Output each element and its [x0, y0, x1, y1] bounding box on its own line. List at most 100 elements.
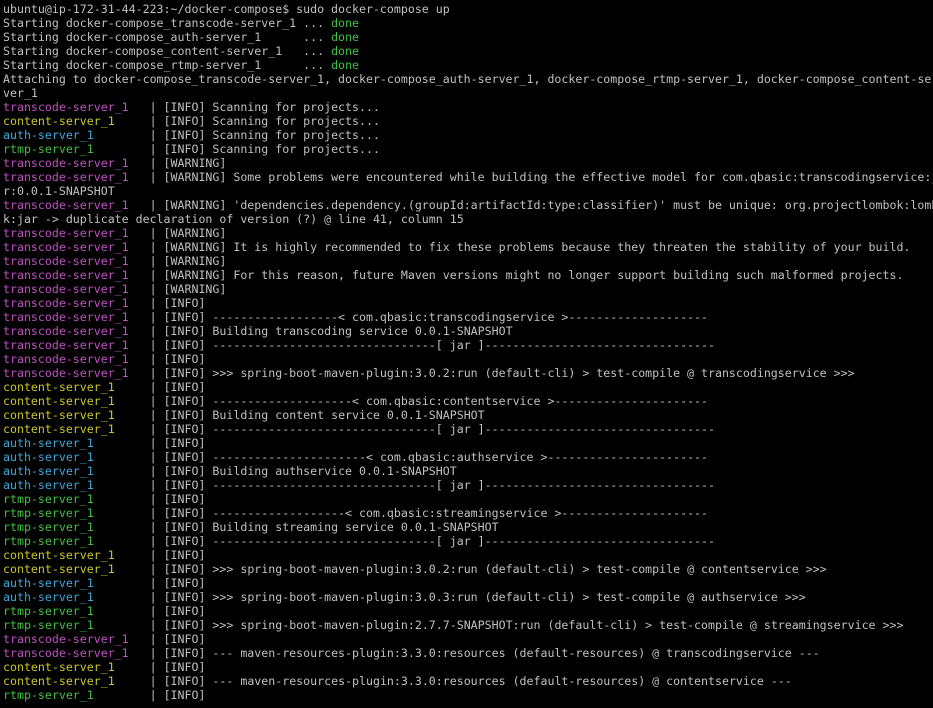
log-message: [INFO] ----------------------< com.qbasi…: [163, 450, 709, 464]
log-separator: |: [114, 562, 164, 576]
log-separator: |: [128, 632, 164, 646]
attach-message: Attaching to docker-compose_transcode-se…: [3, 72, 933, 100]
log-separator: |: [93, 142, 164, 156]
service-label: transcode-server_1: [3, 198, 129, 212]
service-label: rtmp-server_1: [3, 618, 94, 632]
log-message: [INFO]: [163, 632, 206, 646]
log-separator: |: [128, 198, 164, 212]
log-line: transcode-server_1 | [INFO] --- maven-re…: [3, 646, 933, 660]
service-label: auth-server_1: [3, 450, 94, 464]
log-line: transcode-server_1 | [INFO] >>> spring-b…: [3, 366, 933, 380]
log-line: transcode-server_1 | [WARNING]: [3, 226, 933, 240]
log-separator: |: [93, 464, 164, 478]
log-separator: |: [93, 576, 164, 590]
start-text: Starting docker-compose_content-server_1…: [3, 44, 332, 58]
log-line: transcode-server_1 | [INFO] ------------…: [3, 310, 933, 324]
service-label: rtmp-server_1: [3, 142, 94, 156]
log-separator: |: [114, 674, 164, 688]
log-separator: |: [128, 646, 164, 660]
log-line: transcode-server_1 | [WARNING]: [3, 156, 933, 170]
log-separator: |: [114, 548, 164, 562]
log-line: rtmp-server_1 | [INFO] -----------------…: [3, 506, 933, 520]
log-line: auth-server_1 | [INFO] -----------------…: [3, 478, 933, 492]
log-message: [INFO]: [163, 352, 206, 366]
log-separator: |: [93, 618, 164, 632]
log-separator: |: [114, 380, 164, 394]
service-label: auth-server_1: [3, 478, 94, 492]
log-separator: |: [128, 366, 164, 380]
log-line: rtmp-server_1 | [INFO] Building streamin…: [3, 520, 933, 534]
log-continuation: k:jar -> duplicate declaration of versio…: [3, 212, 464, 226]
attach-line: Attaching to docker-compose_transcode-se…: [3, 72, 932, 86]
log-separator: |: [128, 296, 164, 310]
log-line: content-server_1 | [INFO] --------------…: [3, 394, 933, 408]
log-separator: |: [128, 310, 164, 324]
log-message: [WARNING]: [163, 226, 227, 240]
log-message: [WARNING] 'dependencies.dependency.(grou…: [163, 198, 933, 212]
start-line: Starting docker-compose_auth-server_1 ..…: [3, 30, 933, 44]
log-line: transcode-server_1 | [INFO] Scanning for…: [3, 100, 933, 114]
service-label: transcode-server_1: [3, 632, 129, 646]
log-line: content-server_1 | [INFO] --------------…: [3, 422, 933, 436]
log-line: rtmp-server_1 | [INFO] -----------------…: [3, 534, 933, 548]
log-message: [WARNING]: [163, 254, 227, 268]
log-line: transcode-server_1 | [INFO] ------------…: [3, 338, 933, 352]
log-separator: |: [128, 268, 164, 282]
log-line: r:0.0.1-SNAPSHOT: [3, 184, 933, 198]
log-message: [INFO] --------------------------------[…: [163, 422, 715, 436]
log-line: content-server_1 | [INFO] Scanning for p…: [3, 114, 933, 128]
log-separator: |: [128, 352, 164, 366]
log-line: transcode-server_1 | [INFO]: [3, 296, 933, 310]
log-continuation: r:0.0.1-SNAPSHOT: [3, 184, 115, 198]
log-message: [INFO] >>> spring-boot-maven-plugin:3.0.…: [163, 590, 806, 604]
log-line: k:jar -> duplicate declaration of versio…: [3, 212, 933, 226]
start-status: done: [331, 58, 359, 72]
log-line: rtmp-server_1 | [INFO] >>> spring-boot-m…: [3, 618, 933, 632]
service-label: content-server_1: [3, 422, 115, 436]
log-separator: |: [93, 534, 164, 548]
log-message: [INFO]: [163, 576, 206, 590]
log-message: [INFO]: [163, 688, 206, 702]
log-message: [WARNING] It is highly recommended to fi…: [163, 240, 911, 254]
log-separator: |: [128, 324, 164, 338]
start-line: Starting docker-compose_content-server_1…: [3, 44, 933, 58]
log-message: [INFO] >>> spring-boot-maven-plugin:2.7.…: [163, 618, 904, 632]
service-label: content-server_1: [3, 380, 115, 394]
log-message: [WARNING] Some problems were encountered…: [163, 170, 933, 184]
log-separator: |: [93, 688, 164, 702]
service-label: auth-server_1: [3, 590, 94, 604]
start-status: done: [331, 16, 359, 30]
terminal-window[interactable]: ubuntu@ip-172-31-44-223:~/docker-compose…: [0, 0, 933, 708]
log-message: [INFO]: [163, 492, 206, 506]
service-label: content-server_1: [3, 394, 115, 408]
log-separator: |: [93, 436, 164, 450]
log-message: [INFO]: [163, 548, 206, 562]
log-message: [INFO] ------------------< com.qbasic:tr…: [163, 310, 708, 324]
log-message: [INFO] --- maven-resources-plugin:3.3.0:…: [163, 646, 820, 660]
log-separator: |: [93, 604, 164, 618]
service-label: auth-server_1: [3, 436, 94, 450]
log-message: [WARNING]: [163, 282, 227, 296]
service-label: transcode-server_1: [3, 352, 129, 366]
log-line: content-server_1 | [INFO] --- maven-reso…: [3, 674, 933, 688]
service-label: auth-server_1: [3, 576, 94, 590]
log-line: rtmp-server_1 | [INFO]: [3, 688, 933, 702]
service-label: auth-server_1: [3, 464, 94, 478]
log-message: [INFO] --- maven-resources-plugin:3.3.0:…: [163, 674, 792, 688]
log-message: [INFO] Scanning for projects...: [163, 128, 380, 142]
attach-line: ver_1: [3, 86, 38, 100]
service-label: transcode-server_1: [3, 310, 129, 324]
log-line: transcode-server_1 | [WARNING]: [3, 282, 933, 296]
log-separator: |: [114, 660, 164, 674]
log-line: auth-server_1 | [INFO] -----------------…: [3, 450, 933, 464]
service-label: transcode-server_1: [3, 296, 129, 310]
service-label: rtmp-server_1: [3, 506, 94, 520]
service-label: content-server_1: [3, 674, 115, 688]
log-line: transcode-server_1 | [INFO] Building tra…: [3, 324, 933, 338]
service-label: content-server_1: [3, 114, 115, 128]
log-separator: |: [114, 394, 164, 408]
start-status: done: [331, 44, 359, 58]
service-label: transcode-server_1: [3, 254, 129, 268]
log-separator: |: [114, 422, 164, 436]
service-label: transcode-server_1: [3, 156, 129, 170]
